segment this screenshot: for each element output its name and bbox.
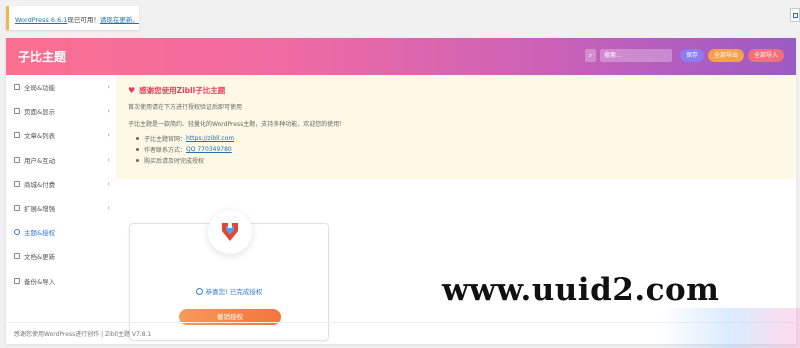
refresh-icon: [14, 253, 20, 260]
sidebar-item-label: 主题&授权: [24, 229, 56, 238]
check-shield-icon: [195, 288, 203, 295]
import-all-button[interactable]: 全部导入: [747, 49, 784, 62]
welcome-notice: ♥ 感谢您使用Zibll子比主题 首次使用请在下方进行授权验证后即可使用 子比主…: [116, 75, 796, 179]
official-site-link[interactable]: https://zibll.com: [186, 135, 234, 142]
sidebar-item[interactable]: 扩展&增强 ›: [6, 196, 116, 220]
shield-icon: [14, 229, 20, 236]
notice-title: ♥ 感谢您使用Zibll子比主题: [128, 86, 226, 95]
options-sidebar: 全局&功能 › 页面&显示 › 文章&列表 › 用户&互动 › 商城&付费 › 扩展&增强 › 主题&授…: [6, 75, 116, 322]
sidebar-item-label: 文档&更新: [24, 253, 56, 262]
sidebar-item[interactable]: 用户&互动 ›: [6, 148, 116, 172]
export-all-button[interactable]: 全部导出: [707, 49, 744, 62]
decorative-glow: [660, 308, 800, 348]
sidebar-item-label: 用户&互动: [24, 156, 56, 165]
list-item: 购买后请及时完成授权: [128, 155, 784, 166]
notice-description: 首次使用请在下方进行授权验证后即可使用: [128, 104, 243, 111]
sidebar-item-label: 文章&列表: [24, 132, 56, 141]
update-notice: WordPress 6.6.1现已可用！请现在更新。: [6, 6, 139, 30]
sidebar-item[interactable]: 商城&付费 ›: [6, 172, 116, 196]
sidebar-item[interactable]: 页面&显示 ›: [6, 99, 116, 123]
chevron-right-icon: ›: [107, 131, 110, 140]
sidebar-item[interactable]: 主题&授权: [6, 220, 116, 244]
sidebar-item-label: 页面&显示: [24, 108, 56, 117]
chevron-right-icon: ›: [107, 179, 110, 188]
list-item: 作者联系方式： QQ 770349780: [128, 144, 784, 155]
puzzle-icon: [14, 205, 20, 212]
sidebar-item[interactable]: 全局&功能 ›: [6, 75, 116, 99]
screen-icon: [792, 12, 798, 18]
backup-icon: [14, 277, 20, 284]
globe-icon: [14, 84, 20, 91]
cart-icon: [14, 180, 20, 187]
list-item: 子比主题官网： https://zibll.com: [128, 133, 784, 144]
author-contact-link[interactable]: QQ 770349780: [186, 146, 232, 153]
chevron-right-icon: ›: [107, 107, 110, 116]
options-header: 子比主题 ⌕ 搜索... 保存 全部导出 全部导入: [6, 38, 796, 75]
header-toolbar: ⌕ 搜索... 保存 全部导出 全部导入: [584, 49, 784, 62]
sidebar-item[interactable]: 文档&更新: [6, 244, 116, 268]
auth-status: 恭喜您! 已完成授权: [130, 286, 328, 296]
admin-page: WordPress 6.6.1现已可用！请现在更新。 子比主题 ⌕ 搜索... …: [0, 0, 800, 348]
post-list-icon: [14, 132, 20, 139]
sidebar-item[interactable]: 备份&导入: [6, 269, 116, 293]
update-now-link[interactable]: 请现在更新。: [100, 16, 139, 24]
users-icon: [14, 156, 20, 163]
sidebar-item-label: 备份&导入: [24, 277, 56, 286]
wp-version-link[interactable]: WordPress 6.6.1: [15, 16, 67, 24]
sidebar-item-label: 商城&付费: [24, 180, 56, 189]
save-button[interactable]: 保存: [679, 49, 704, 62]
search-icon[interactable]: ⌕: [584, 49, 596, 62]
notice-intro: 子比主题是一款简约、轻量化的WordPress主题，支持多种功能，欢迎您的使用！: [128, 121, 346, 128]
theme-title: 子比主题: [18, 50, 67, 64]
sidebar-item-label: 扩展&增强: [24, 205, 56, 214]
heart-icon: ♥: [128, 86, 136, 95]
page-icon: [14, 108, 20, 115]
shield-logo-icon: [222, 223, 238, 241]
screen-options-tab[interactable]: [790, 8, 800, 22]
zibll-logo-icon: [208, 210, 252, 254]
sidebar-item[interactable]: 文章&列表 ›: [6, 123, 116, 147]
chevron-right-icon: ›: [107, 83, 110, 92]
search-input[interactable]: 搜索...: [599, 49, 672, 62]
watermark: www.uuid2.com: [442, 272, 720, 308]
sidebar-item-label: 全局&功能: [24, 84, 56, 93]
notice-list: 子比主题官网： https://zibll.com 作者联系方式： QQ 77034…: [128, 133, 784, 166]
chevron-right-icon: ›: [107, 204, 110, 213]
chevron-right-icon: ›: [107, 155, 110, 164]
